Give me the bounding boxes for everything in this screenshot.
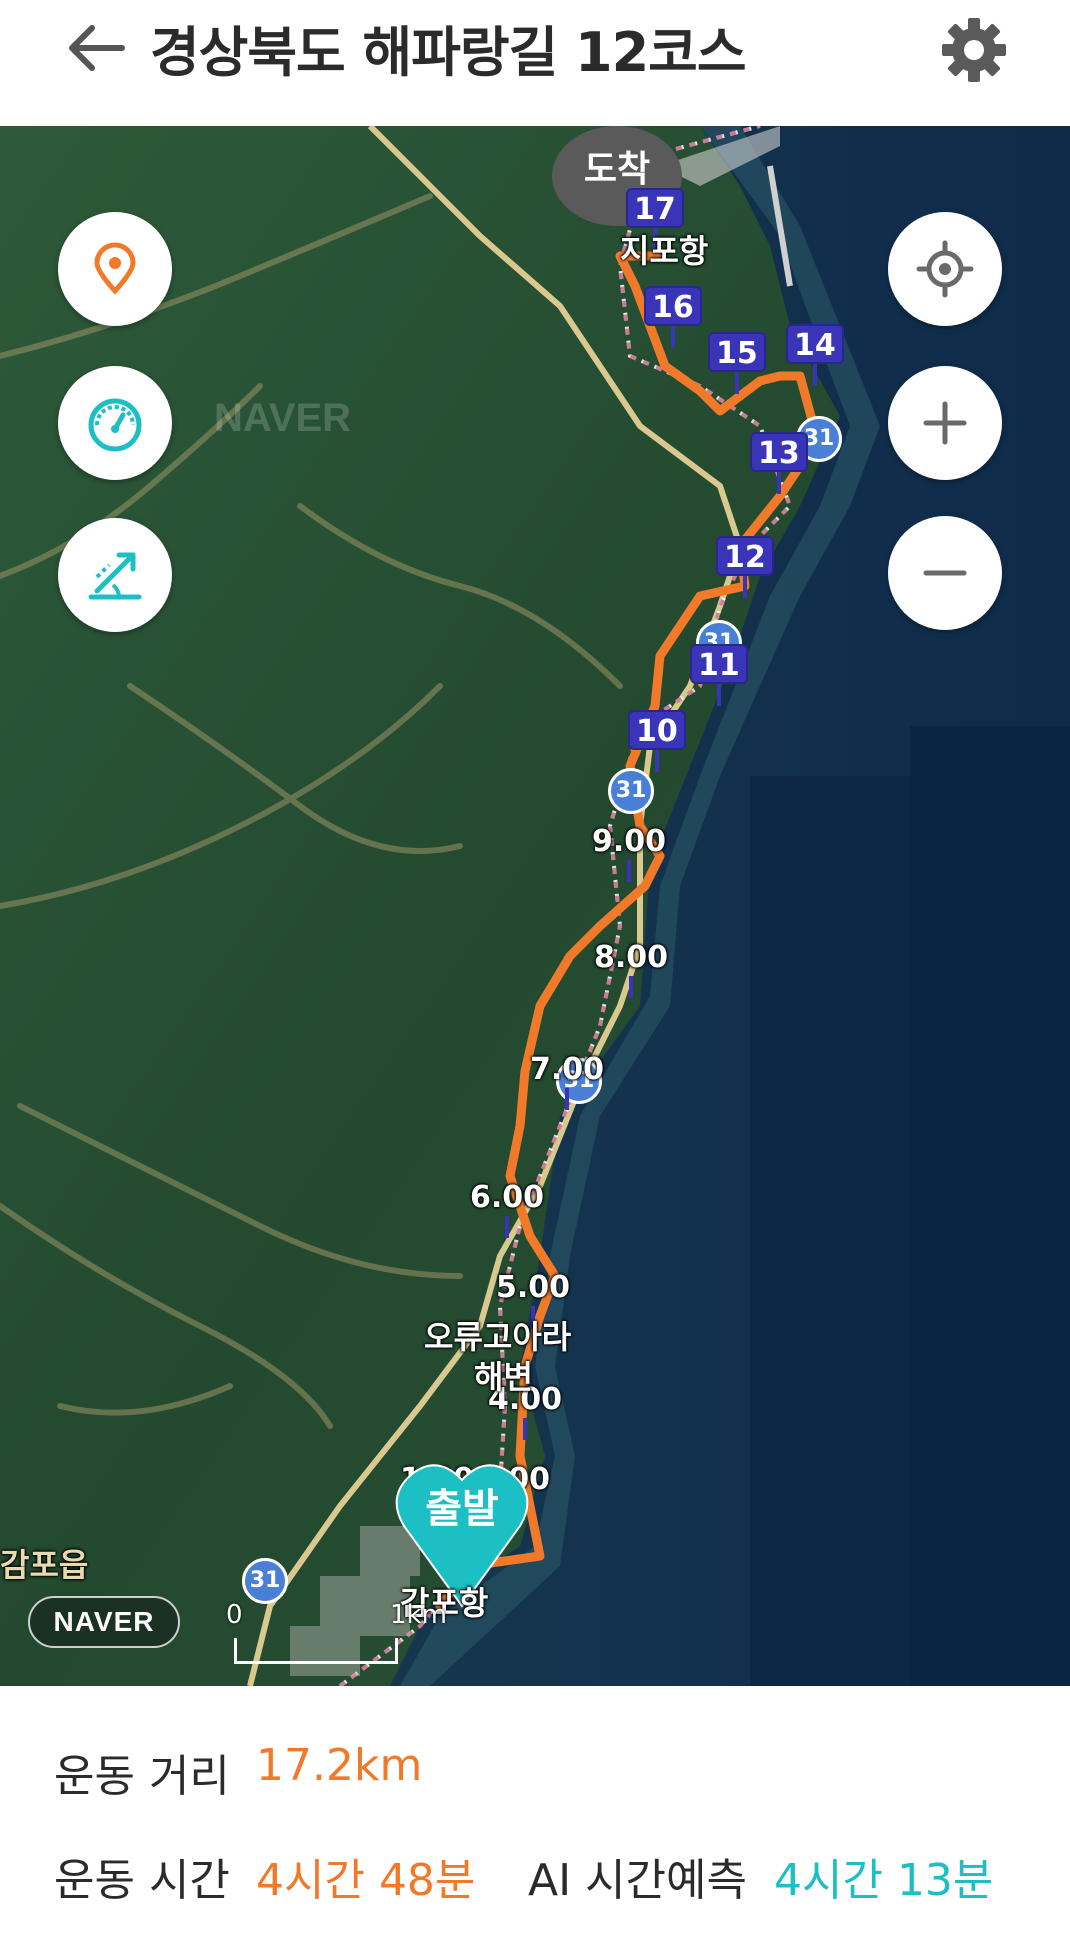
scale-zero: 0 xyxy=(226,1600,243,1630)
place-label-beach: 해변 xyxy=(474,1358,533,1396)
stats-panel: 운동 거리 17.2km 운동 시간 4시간 48분 AI 시간예측 4시간 1… xyxy=(0,1686,1070,1933)
route-31-badge: 31 xyxy=(242,1558,288,1604)
location-pin-button[interactable] xyxy=(58,212,172,326)
place-label-end-port: 지포항 xyxy=(620,232,709,270)
speedometer-icon xyxy=(88,398,142,452)
minus-icon xyxy=(923,570,967,576)
my-location-button[interactable] xyxy=(888,212,1002,326)
zoom-out-button[interactable] xyxy=(888,516,1002,630)
zoom-in-button[interactable] xyxy=(888,366,1002,480)
ai-prediction-value: 4시간 13분 xyxy=(774,1855,994,1906)
slope-button[interactable] xyxy=(58,518,172,632)
arrow-left-icon xyxy=(69,25,125,71)
km-marker[interactable]: 15 xyxy=(708,332,766,394)
km-marker[interactable]: 12 xyxy=(716,536,774,598)
km-marker[interactable]: 16 xyxy=(644,286,702,348)
settings-button[interactable] xyxy=(932,8,1016,92)
location-pin-icon xyxy=(94,242,136,295)
km-marker[interactable]: 11 xyxy=(690,644,748,706)
km-marker[interactable]: 10 xyxy=(628,710,686,772)
km-marker[interactable]: 5.00 xyxy=(496,1268,570,1328)
speedometer-button[interactable] xyxy=(58,366,172,480)
slope-icon xyxy=(88,552,142,600)
distance-label: 운동 거리 xyxy=(54,1751,230,1802)
satellite-terrain xyxy=(0,126,1070,1686)
km-marker[interactable]: 14 xyxy=(786,324,844,386)
naver-watermark: NAVER xyxy=(214,396,352,440)
km-marker[interactable]: 7.00 xyxy=(530,1050,604,1110)
arrival-label: 도착 xyxy=(583,149,651,190)
km-marker[interactable]: 13 xyxy=(750,432,808,494)
km-marker[interactable]: 6.00 xyxy=(470,1178,544,1238)
place-label-town: 감포읍 xyxy=(0,1546,89,1584)
page-title: 경상북도 해파랑길 12코스 xyxy=(150,21,747,84)
scale-unit: 1km xyxy=(390,1600,447,1630)
start-label: 출발 xyxy=(425,1486,499,1532)
km-marker[interactable]: 8.00 xyxy=(594,938,668,998)
crosshair-icon xyxy=(916,240,974,298)
ai-prediction-label: AI 시간예측 xyxy=(528,1855,747,1906)
gear-icon xyxy=(942,18,1006,82)
naver-logo[interactable]: NAVER xyxy=(28,1596,180,1648)
km-marker[interactable]: 17 xyxy=(626,188,684,250)
distance-value: 17.2km xyxy=(256,1740,423,1791)
map-view[interactable]: NAVER 도착 31 31 31 31 31 17 16 15 14 13 1… xyxy=(0,126,1070,1686)
time-label: 운동 시간 xyxy=(54,1855,230,1906)
app-header: 경상북도 해파랑길 12코스 xyxy=(0,0,1070,126)
plus-icon xyxy=(923,401,967,445)
scale-bar xyxy=(234,1638,398,1664)
route-31-badge: 31 xyxy=(608,768,654,814)
back-button[interactable] xyxy=(60,14,140,94)
km-marker[interactable]: 9.00 xyxy=(592,822,666,882)
time-value: 4시간 48분 xyxy=(256,1855,476,1906)
